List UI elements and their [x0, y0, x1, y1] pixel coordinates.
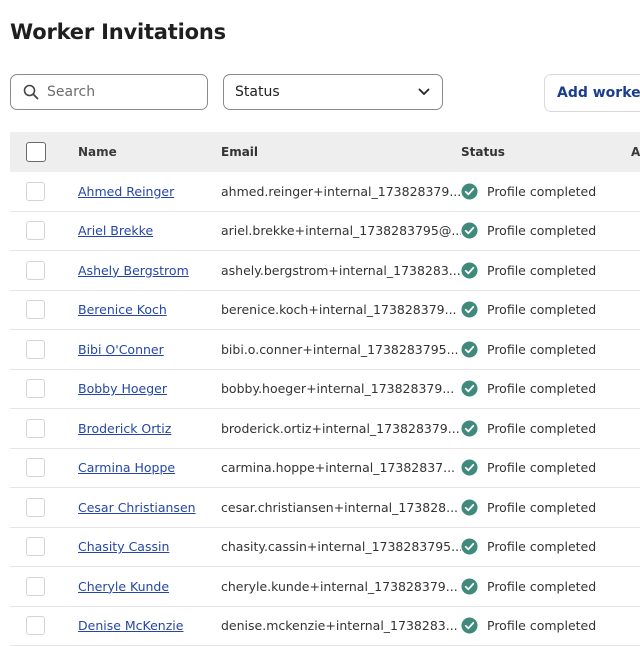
worker-email: berenice.koch+internal_173828379... [221, 302, 461, 317]
search-input[interactable] [47, 84, 197, 100]
worker-email: broderick.ortiz+internal_173828379... [221, 421, 461, 436]
worker-name-link[interactable]: Chasity Cassin [78, 539, 169, 554]
status-label: Profile completed [487, 579, 596, 594]
row-checkbox[interactable] [26, 577, 45, 596]
table-row: Carmina Hoppe carmina.hoppe+internal_1738… [10, 449, 640, 489]
worker-email: ahmed.reinger+internal_173828379... [221, 184, 461, 199]
status-label: Profile completed [487, 539, 596, 554]
status-label: Profile completed [487, 618, 596, 633]
status-filter-select[interactable]: Status [223, 74, 443, 110]
status-label: Profile completed [487, 223, 596, 238]
check-circle-icon [461, 420, 478, 437]
row-checkbox[interactable] [26, 182, 45, 201]
status-label: Profile completed [487, 342, 596, 357]
page-title: Worker Invitations [10, 20, 226, 44]
row-checkbox[interactable] [26, 300, 45, 319]
column-header-name[interactable]: Name [78, 145, 221, 159]
worker-email: carmina.hoppe+internal_17382837... [221, 460, 461, 475]
check-circle-icon [461, 183, 478, 200]
worker-email: bibi.o.conner+internal_1738283795... [221, 342, 461, 357]
worker-email: denise.mckenzie+internal_1738283... [221, 618, 461, 633]
row-checkbox[interactable] [26, 537, 45, 556]
status-label: Profile completed [487, 421, 596, 436]
search-icon [23, 84, 39, 100]
check-circle-icon [461, 222, 478, 239]
worker-name-link[interactable]: Ariel Brekke [78, 223, 153, 238]
check-circle-icon [461, 380, 478, 397]
row-checkbox[interactable] [26, 261, 45, 280]
worker-email: ashely.bergstrom+internal_1738283... [221, 263, 461, 278]
worker-name-link[interactable]: Berenice Koch [78, 302, 167, 317]
column-header-extra[interactable]: A [631, 145, 640, 159]
select-all-checkbox[interactable] [26, 142, 46, 162]
status-label: Profile completed [487, 302, 596, 317]
table-row: Cesar Christiansen cesar.christiansen+int… [10, 488, 640, 528]
row-checkbox[interactable] [26, 458, 45, 477]
table-header: Name Email Status A [10, 132, 640, 172]
worker-name-link[interactable]: Cesar Christiansen [78, 500, 196, 515]
worker-email: cesar.christiansen+internal_173828... [221, 500, 461, 515]
check-circle-icon [461, 459, 478, 476]
status-label: Profile completed [487, 184, 596, 199]
status-label: Profile completed [487, 500, 596, 515]
add-worker-button[interactable]: Add worker [544, 74, 640, 112]
worker-name-link[interactable]: Denise McKenzie [78, 618, 183, 633]
row-checkbox[interactable] [26, 379, 45, 398]
table-row: Berenice Koch berenice.koch+internal_1738… [10, 291, 640, 331]
row-checkbox[interactable] [26, 340, 45, 359]
worker-email: ariel.brekke+internal_1738283795@... [221, 223, 461, 238]
worker-name-link[interactable]: Bibi O'Conner [78, 342, 164, 357]
table-row: Cheryle Kunde cheryle.kunde+internal_1738… [10, 567, 640, 607]
worker-name-link[interactable]: Bobby Hoeger [78, 381, 167, 396]
column-header-email[interactable]: Email [221, 145, 461, 159]
worker-name-link[interactable]: Cheryle Kunde [78, 579, 169, 594]
status-label: Profile completed [487, 263, 596, 278]
table-row: Broderick Ortiz broderick.ortiz+internal_… [10, 409, 640, 449]
column-header-status[interactable]: Status [461, 145, 631, 159]
status-label: Profile completed [487, 460, 596, 475]
table-row: Ahmed Reinger ahmed.reinger+internal_1738… [10, 172, 640, 212]
table-body: Ahmed Reinger ahmed.reinger+internal_1738… [10, 172, 640, 646]
worker-email: chasity.cassin+internal_1738283795... [221, 539, 461, 554]
table-row: Ashely Bergstrom ashely.bergstrom+interna… [10, 251, 640, 291]
worker-email: cheryle.kunde+internal_173828379... [221, 579, 461, 594]
row-checkbox[interactable] [26, 498, 45, 517]
table-row: Ariel Brekke ariel.brekke+internal_173828… [10, 212, 640, 252]
worker-email: bobby.hoeger+internal_173828379... [221, 381, 461, 396]
check-circle-icon [461, 617, 478, 634]
check-circle-icon [461, 499, 478, 516]
workers-table: Name Email Status A Ahmed Reinger ahmed.r… [10, 132, 640, 646]
status-filter-label: Status [235, 84, 280, 100]
check-circle-icon [461, 301, 478, 318]
worker-name-link[interactable]: Ahmed Reinger [78, 184, 174, 199]
check-circle-icon [461, 262, 478, 279]
check-circle-icon [461, 538, 478, 555]
search-box[interactable] [10, 74, 208, 110]
worker-name-link[interactable]: Broderick Ortiz [78, 421, 171, 436]
worker-name-link[interactable]: Carmina Hoppe [78, 460, 175, 475]
status-label: Profile completed [487, 381, 596, 396]
chevron-down-icon [418, 88, 430, 96]
row-checkbox[interactable] [26, 616, 45, 635]
row-checkbox[interactable] [26, 221, 45, 240]
check-circle-icon [461, 341, 478, 358]
worker-name-link[interactable]: Ashely Bergstrom [78, 263, 189, 278]
table-row: Bobby Hoeger bobby.hoeger+internal_173828… [10, 370, 640, 410]
row-checkbox[interactable] [26, 419, 45, 438]
check-circle-icon [461, 578, 478, 595]
table-row: Chasity Cassin chasity.cassin+internal_17… [10, 528, 640, 568]
table-row: Denise McKenzie denise.mckenzie+internal_… [10, 607, 640, 646]
table-row: Bibi O'Conner bibi.o.conner+internal_1738… [10, 330, 640, 370]
